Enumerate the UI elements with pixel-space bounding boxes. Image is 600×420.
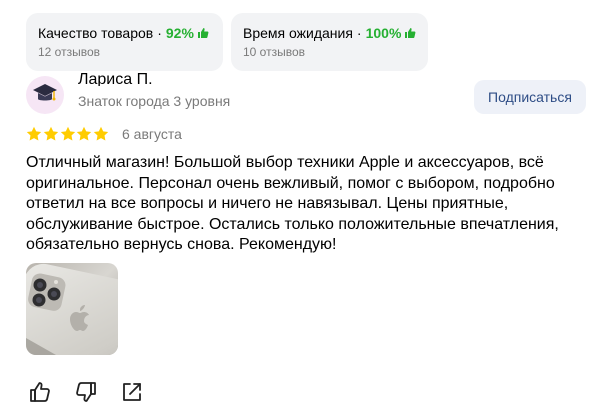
rating-count: 10 отзывов <box>243 45 306 59</box>
thumbs-up-icon <box>197 27 209 39</box>
star-icon <box>77 126 92 141</box>
author-level: Знаток города 3 уровня <box>78 93 231 109</box>
star-icon <box>43 126 58 141</box>
review-date: 6 августа <box>121 126 182 142</box>
star-icon <box>93 126 109 141</box>
rating-separator: · <box>157 25 162 41</box>
star-icon <box>26 126 42 141</box>
avatar[interactable] <box>26 76 64 114</box>
review-author: Лариса П. Знаток города 3 уровня Подписа… <box>26 72 586 116</box>
review-photo[interactable] <box>26 263 118 355</box>
rating-count: 12 отзывов <box>38 45 101 59</box>
subscribe-button[interactable]: Подписаться <box>474 80 586 114</box>
rating-percent: 100% <box>365 25 402 41</box>
dislike-icon[interactable] <box>74 380 98 404</box>
share-icon[interactable] <box>120 380 144 404</box>
like-icon[interactable] <box>28 380 52 404</box>
rating-title: Качество товаров · 92% <box>38 25 211 41</box>
review-rating: 6 августа <box>26 126 182 142</box>
review-text: Отличный магазин! Большой выбор техники … <box>26 154 559 253</box>
star-icon <box>60 126 75 141</box>
rating-card-quality[interactable]: Качество товаров · 92% 12 отзывов <box>26 13 223 71</box>
rating-cards: Качество товаров · 92% 12 отзывов Время … <box>26 13 428 71</box>
thumbs-up-icon <box>404 27 416 39</box>
rating-card-waiting[interactable]: Время ожидания · 100% 10 отзывов <box>231 13 428 71</box>
rating-separator: · <box>356 25 362 41</box>
graduation-cap-icon <box>31 79 59 112</box>
rating-label: Качество товаров <box>38 25 154 41</box>
review-actions <box>28 380 144 404</box>
rating-title: Время ожидания · 100% <box>243 25 416 41</box>
rating-label: Время ожидания <box>243 25 353 41</box>
author-name[interactable]: Лариса П. <box>78 72 153 86</box>
rating-percent: 92% <box>165 25 194 41</box>
